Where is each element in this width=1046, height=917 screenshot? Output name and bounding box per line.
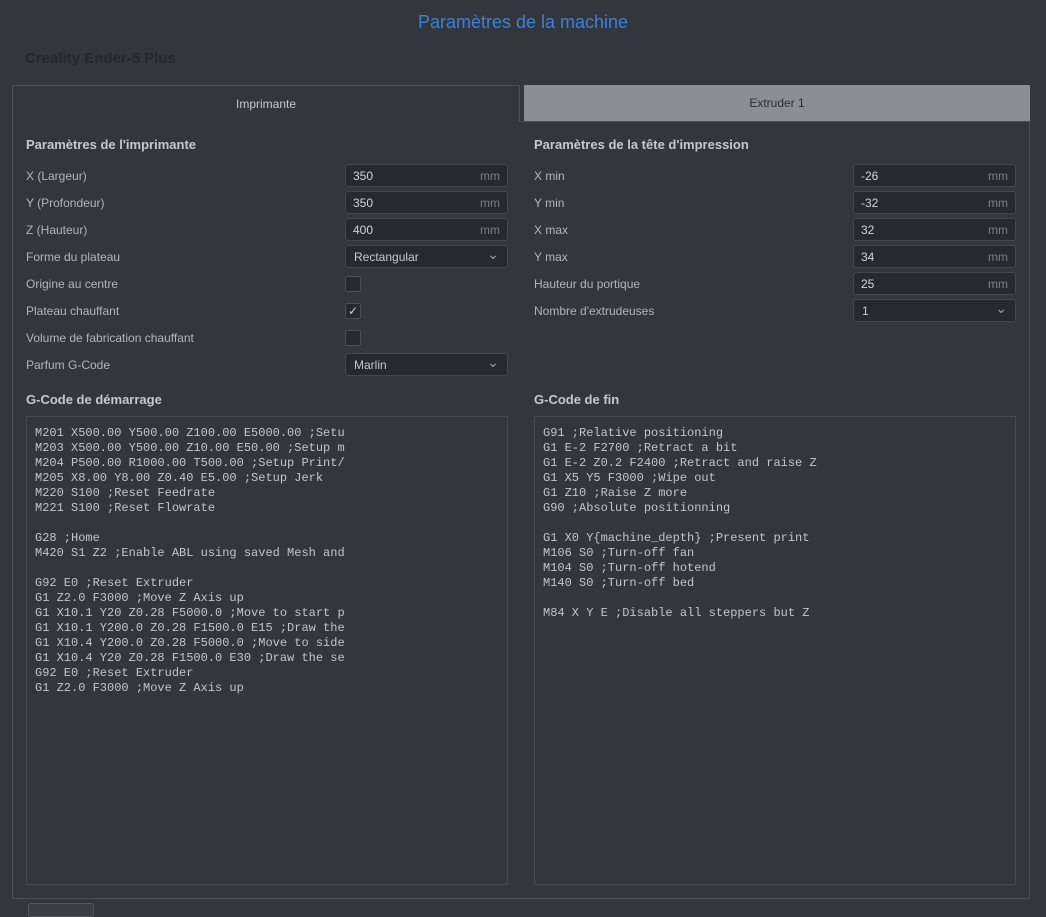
tab-imprimante[interactable]: Imprimante xyxy=(12,85,520,122)
printhead-settings-heading: Paramètres de la tête d'impression xyxy=(534,137,749,152)
setting-row-z-height: Z (Hauteur) mm xyxy=(26,216,508,243)
z-height-input[interactable] xyxy=(353,222,476,237)
extruder-count-label: Nombre d'extrudeuses xyxy=(534,303,655,318)
setting-row-build-plate-shape: Forme du plateau Rectangular ⌄ xyxy=(26,243,508,270)
printhead-settings-section: Paramètres de la tête d'impression X min… xyxy=(534,122,1016,324)
printer-settings-panel: Paramètres de l'imprimante X (Largeur) m… xyxy=(12,121,1030,899)
y-min-unit: mm xyxy=(988,195,1008,210)
setting-row-gcode-flavor: Parfum G-Code Marlin ⌄ xyxy=(26,351,508,378)
x-max-unit: mm xyxy=(988,222,1008,237)
extruder-count-dropdown[interactable]: 1 ⌄ xyxy=(853,299,1016,322)
setting-row-gantry-height: Hauteur du portique mm xyxy=(534,270,1016,297)
dialog-title: Paramètres de la machine xyxy=(417,12,629,32)
heated-build-volume-checkbox[interactable] xyxy=(345,329,361,346)
y-min-field: mm xyxy=(853,191,1016,214)
gcode-flavor-value: Marlin xyxy=(354,357,387,372)
printer-settings-heading: Paramètres de l'imprimante xyxy=(26,137,196,152)
y-min-input[interactable] xyxy=(861,195,984,210)
tab-extruder-1[interactable]: Extruder 1 xyxy=(524,85,1030,121)
x-width-field: mm xyxy=(345,164,508,187)
gcode-flavor-dropdown[interactable]: Marlin ⌄ xyxy=(345,353,508,376)
y-max-unit: mm xyxy=(988,249,1008,264)
y-min-label: Y min xyxy=(534,195,565,210)
chevron-down-icon: ⌄ xyxy=(487,353,499,370)
y-depth-input[interactable] xyxy=(353,195,476,210)
gantry-height-field: mm xyxy=(853,272,1016,295)
y-depth-unit: mm xyxy=(480,195,500,210)
build-plate-shape-label: Forme du plateau xyxy=(26,249,121,264)
checkmark-icon: ✓ xyxy=(347,303,359,318)
y-max-label: Y max xyxy=(534,249,568,264)
origin-at-center-checkbox[interactable] xyxy=(345,275,361,292)
machine-name: Creality Ender-5 Plus xyxy=(25,50,176,67)
z-height-label: Z (Hauteur) xyxy=(26,222,88,237)
printer-settings-section: Paramètres de l'imprimante X (Largeur) m… xyxy=(26,122,508,378)
end-gcode-heading: G-Code de fin xyxy=(534,392,620,407)
gantry-height-label: Hauteur du portique xyxy=(534,276,641,291)
setting-row-y-depth: Y (Profondeur) mm xyxy=(26,189,508,216)
setting-row-x-width: X (Largeur) mm xyxy=(26,162,508,189)
extruder-count-value: 1 xyxy=(862,303,869,318)
setting-row-heated-bed: Plateau chauffant ✓ xyxy=(26,297,508,324)
x-min-unit: mm xyxy=(988,168,1008,183)
build-plate-shape-dropdown[interactable]: Rectangular ⌄ xyxy=(345,245,508,268)
x-min-input[interactable] xyxy=(861,168,984,183)
setting-row-heated-build-volume: Volume de fabrication chauffant xyxy=(26,324,508,351)
heated-bed-checkbox[interactable]: ✓ xyxy=(345,302,361,319)
setting-row-extruder-count: Nombre d'extrudeuses 1 ⌄ xyxy=(534,297,1016,324)
x-width-input[interactable] xyxy=(353,168,476,183)
x-width-unit: mm xyxy=(480,168,500,183)
y-max-field: mm xyxy=(853,245,1016,268)
x-width-label: X (Largeur) xyxy=(26,168,87,183)
end-gcode-textarea[interactable]: G91 ;Relative positioning G1 E-2 F2700 ;… xyxy=(534,416,1016,885)
x-min-field: mm xyxy=(853,164,1016,187)
gantry-height-input[interactable] xyxy=(861,276,984,291)
x-max-field: mm xyxy=(853,218,1016,241)
heated-bed-label: Plateau chauffant xyxy=(26,303,120,318)
y-depth-field: mm xyxy=(345,191,508,214)
y-max-input[interactable] xyxy=(861,249,984,264)
gantry-height-unit: mm xyxy=(988,276,1008,291)
x-max-input[interactable] xyxy=(861,222,984,237)
gcode-flavor-label: Parfum G-Code xyxy=(26,357,111,372)
origin-at-center-label: Origine au centre xyxy=(26,276,119,291)
setting-row-y-min: Y min mm xyxy=(534,189,1016,216)
start-gcode-heading: G-Code de démarrage xyxy=(26,392,162,407)
setting-row-x-max: X max mm xyxy=(534,216,1016,243)
start-gcode-textarea[interactable]: M201 X500.00 Y500.00 Z100.00 E5000.00 ;S… xyxy=(26,416,508,885)
tab-bar: Imprimante Extruder 1 xyxy=(12,85,1030,122)
chevron-down-icon: ⌄ xyxy=(995,299,1007,316)
setting-row-y-max: Y max mm xyxy=(534,243,1016,270)
z-height-unit: mm xyxy=(480,222,500,237)
chevron-down-icon: ⌄ xyxy=(487,245,499,262)
setting-row-x-min: X min mm xyxy=(534,162,1016,189)
close-button-partial[interactable] xyxy=(28,903,94,917)
heated-build-volume-label: Volume de fabrication chauffant xyxy=(26,330,194,345)
x-min-label: X min xyxy=(534,168,565,183)
y-depth-label: Y (Profondeur) xyxy=(26,195,105,210)
x-max-label: X max xyxy=(534,222,569,237)
setting-row-origin-at-center: Origine au centre xyxy=(26,270,508,297)
z-height-field: mm xyxy=(345,218,508,241)
build-plate-shape-value: Rectangular xyxy=(354,249,419,264)
